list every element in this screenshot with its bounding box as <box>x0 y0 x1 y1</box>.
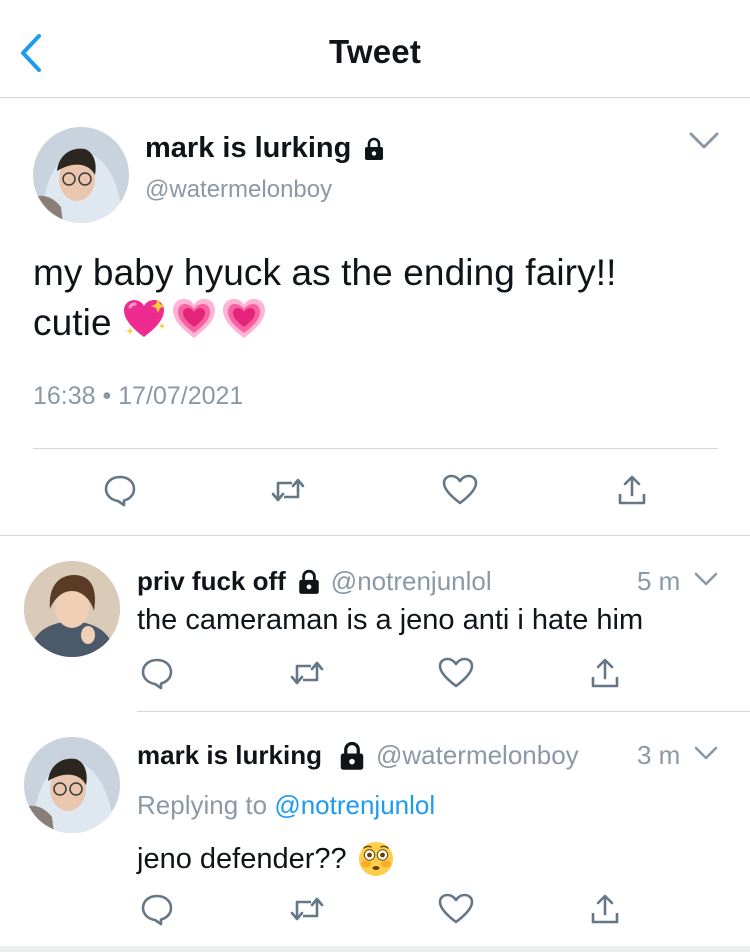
timestamp: 16:38 • 17/07/2021 <box>33 382 244 410</box>
reply-header: priv fuck off @notrenjunlol <box>137 566 492 597</box>
replying-to: Replying to @notrenjunlol <box>137 790 435 821</box>
action-bar <box>0 470 750 514</box>
share-button[interactable] <box>585 889 625 929</box>
lock-icon <box>365 137 384 160</box>
display-name[interactable]: mark is lurking <box>145 132 385 165</box>
more-options-button[interactable] <box>692 569 720 591</box>
avatar[interactable] <box>24 561 120 657</box>
reply-time: 3 m <box>637 740 681 770</box>
reply-button[interactable] <box>100 470 140 510</box>
retweet-button[interactable] <box>268 470 308 510</box>
share-button[interactable] <box>612 470 652 510</box>
more-options-button[interactable] <box>686 128 722 154</box>
lock-icon <box>297 569 321 595</box>
retweet-button[interactable] <box>287 653 327 693</box>
reply-button[interactable] <box>137 653 177 693</box>
tweet-text-line-2: cutie <box>33 297 723 347</box>
bottom-edge <box>0 946 750 952</box>
flushed-face-emoji <box>358 842 393 876</box>
like-button[interactable] <box>436 889 476 929</box>
retweet-icon <box>290 661 324 685</box>
share-icon <box>591 894 619 924</box>
share-icon <box>591 658 619 688</box>
avatar-photo <box>24 561 120 657</box>
divider <box>33 448 718 449</box>
reply-time: 5 m <box>637 566 681 596</box>
retweet-button[interactable] <box>287 889 327 929</box>
reply-icon <box>104 475 136 507</box>
share-button[interactable] <box>585 653 625 693</box>
handle[interactable]: @notrenjunlol <box>331 566 492 597</box>
avatar[interactable] <box>24 737 120 833</box>
reply-text-content: jeno defender?? <box>137 842 347 875</box>
display-name-text: mark is lurking <box>145 132 352 164</box>
reply-button[interactable] <box>137 889 177 929</box>
chevron-down-icon <box>694 572 718 586</box>
like-button[interactable] <box>436 653 476 693</box>
action-bar <box>0 653 750 693</box>
retweet-icon <box>290 897 324 921</box>
like-button[interactable] <box>440 470 480 510</box>
growing-heart-emoji <box>173 299 216 338</box>
handle[interactable]: @watermelonboy <box>376 740 579 771</box>
reply-icon <box>141 658 173 690</box>
display-name[interactable]: priv fuck off <box>137 566 286 597</box>
share-icon <box>618 475 646 505</box>
divider <box>137 711 750 712</box>
retweet-icon <box>271 478 305 502</box>
tweet-text: my baby hyuck as the ending fairy!! cuti… <box>33 248 723 347</box>
display-name[interactable]: mark is lurking <box>137 740 322 771</box>
lock-icon <box>338 741 366 771</box>
reply-text: jeno defender?? <box>137 840 395 878</box>
chevron-down-icon <box>689 132 719 149</box>
avatar[interactable] <box>33 127 129 223</box>
like-icon <box>438 657 474 688</box>
avatar-photo <box>33 127 129 223</box>
avatar-photo <box>24 737 120 833</box>
page-title: Tweet <box>328 33 422 70</box>
handle[interactable]: @watermelonboy <box>145 176 332 204</box>
growing-heart-emoji <box>223 299 266 338</box>
divider <box>0 535 750 536</box>
replying-to-link[interactable]: @notrenjunlol <box>274 790 435 820</box>
sparkling-heart-emoji <box>124 299 166 337</box>
action-bar <box>0 889 750 929</box>
like-icon <box>438 893 474 924</box>
more-options-button[interactable] <box>692 743 720 765</box>
replying-to-prefix: Replying to <box>137 790 268 820</box>
tweet-text-line-1: my baby hyuck as the ending fairy!! <box>33 252 617 293</box>
like-icon <box>442 474 478 505</box>
reply-header: mark is lurking @watermelonboy <box>137 740 579 771</box>
reply-icon <box>141 894 173 926</box>
chevron-down-icon <box>694 746 718 760</box>
tweet-text-cutie: cutie <box>33 302 112 343</box>
emoji-group <box>122 297 266 341</box>
top-bar: Tweet <box>0 0 750 98</box>
reply-text: the cameraman is a jeno anti i hate him <box>137 604 644 636</box>
